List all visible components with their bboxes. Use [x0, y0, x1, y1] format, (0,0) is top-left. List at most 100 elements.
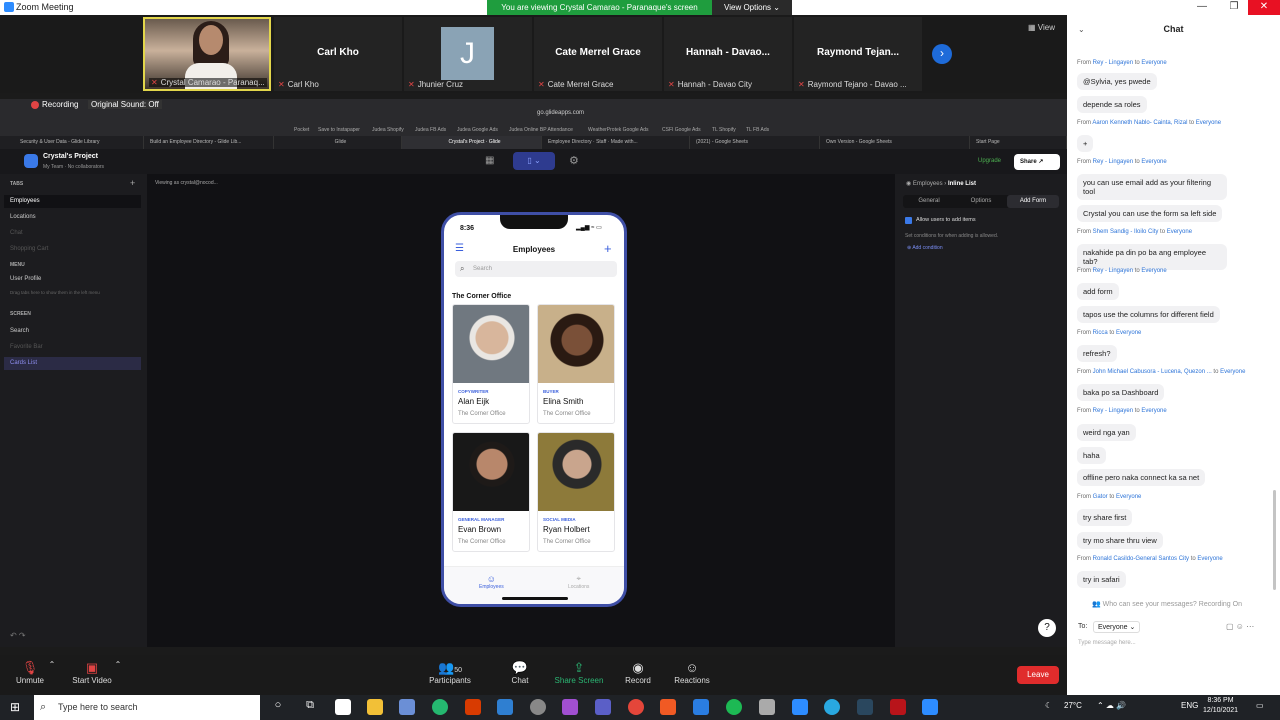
- sender-name[interactable]: Ronald Casildo-General Santos City: [1093, 556, 1189, 562]
- sender-name[interactable]: Rey - Lingayen: [1093, 159, 1133, 165]
- app-icon[interactable]: [530, 699, 546, 715]
- next-participants-arrow-icon[interactable]: ›: [932, 44, 952, 64]
- figma-icon[interactable]: [562, 699, 578, 715]
- chat-message[interactable]: weird nga yan: [1077, 424, 1136, 441]
- employee-card[interactable]: SOCIAL MEDIA Ryan Holbert The Corner Off…: [537, 432, 615, 552]
- bookmark[interactable]: Save to Instapaper: [318, 127, 360, 133]
- notifications-icon[interactable]: ▭: [1256, 701, 1264, 710]
- weather-temperature[interactable]: 27°C: [1064, 701, 1082, 710]
- phone-search-input[interactable]: ⌕ Search: [455, 261, 617, 277]
- sidebar-item-search[interactable]: Search: [4, 325, 141, 338]
- sidebar-item-shopping-cart[interactable]: Shopping Cart: [4, 243, 141, 256]
- sender-name[interactable]: Rey - Lingayen: [1093, 268, 1133, 274]
- input-language[interactable]: ENG: [1181, 701, 1198, 710]
- allow-add-checkbox[interactable]: [905, 217, 912, 224]
- chat-message[interactable]: Crystal you can use the form sa left sid…: [1077, 205, 1223, 222]
- participant-tile[interactable]: Raymond Tejan... ✕ Raymond Tejano - Davao…: [794, 17, 922, 91]
- address-bar[interactable]: go.glideapps.com: [537, 110, 584, 116]
- chat-message[interactable]: +: [1077, 135, 1094, 152]
- chat-message[interactable]: haha: [1077, 447, 1106, 464]
- sidebar-item-locations[interactable]: Locations: [4, 211, 141, 224]
- vscode-icon[interactable]: [497, 699, 513, 715]
- chat-message[interactable]: depende sa roles: [1077, 96, 1147, 113]
- share-screen-button[interactable]: ⇪ Share Screen: [553, 660, 605, 685]
- file-icon[interactable]: ▢: [1226, 622, 1234, 631]
- employee-card[interactable]: GENERAL MANAGER Evan Brown The Corner Of…: [452, 432, 530, 552]
- settings-gear-icon[interactable]: ⚙: [569, 154, 579, 167]
- view-options-button[interactable]: View Options ⌄: [712, 0, 792, 15]
- steam-icon[interactable]: [857, 699, 873, 715]
- original-sound-toggle[interactable]: Original Sound: Off: [88, 100, 162, 109]
- reactions-button[interactable]: ☺ Reactions: [672, 660, 712, 685]
- tab-general[interactable]: General: [903, 195, 955, 208]
- add-condition-link[interactable]: ⊕ Add condition: [907, 245, 943, 251]
- data-grid-icon[interactable]: ▦: [485, 155, 494, 166]
- chat-message[interactable]: try share first: [1077, 509, 1133, 526]
- device-toggle[interactable]: ▯ ⌄: [513, 152, 555, 170]
- spotify-icon[interactable]: [726, 699, 742, 715]
- view-button[interactable]: ▦ View: [1028, 23, 1055, 32]
- browser-tab[interactable]: Build an Employee Directory - Glide Lib.…: [144, 136, 274, 149]
- tab-employees[interactable]: ☺ Employees: [479, 574, 504, 590]
- chat-scrollbar[interactable]: [1273, 490, 1276, 590]
- notion-icon[interactable]: [335, 699, 351, 715]
- tab-locations[interactable]: ⌖ Locations: [568, 574, 589, 590]
- tab-options[interactable]: Options: [955, 195, 1007, 208]
- browser-tab[interactable]: Glide: [274, 136, 402, 149]
- tray-icons[interactable]: ⌃ ☁ 🔊: [1097, 701, 1126, 710]
- participant-tile-active-speaker[interactable]: ✕ Crystal Camarao - Paranaq...: [143, 17, 271, 91]
- participant-tile[interactable]: Carl Kho ✕ Carl Kho: [274, 17, 402, 91]
- chat-message[interactable]: nakahide pa din po ba ang employee tab?: [1077, 244, 1227, 270]
- add-item-plus-icon[interactable]: +: [604, 241, 612, 256]
- windows-start-icon[interactable]: ⊞: [10, 700, 20, 714]
- browser-tab[interactable]: (2021) - Google Sheets: [690, 136, 820, 149]
- chat-message[interactable]: offline pero naka connect ka sa net: [1077, 469, 1206, 486]
- bookmark[interactable]: TL Shopify: [712, 127, 736, 133]
- sender-name[interactable]: Rey - Lingayen: [1093, 408, 1133, 414]
- bookmark[interactable]: TL FB Ads: [746, 127, 769, 133]
- browser-tab[interactable]: Start Page: [970, 136, 1067, 149]
- sender-name[interactable]: Rey - Lingayen: [1093, 60, 1133, 66]
- start-video-button[interactable]: ▣ Start Video: [70, 660, 114, 685]
- brave-icon[interactable]: [660, 699, 676, 715]
- app-icon[interactable]: [595, 699, 611, 715]
- chat-message[interactable]: add form: [1077, 283, 1119, 300]
- browser-tab-active[interactable]: Crystal's Project · Glide: [402, 136, 542, 149]
- restore-button[interactable]: ❐: [1218, 0, 1250, 15]
- project-name[interactable]: Crystal's Project: [43, 153, 98, 160]
- audio-options-caret[interactable]: ⌃: [48, 660, 56, 676]
- telegram-icon[interactable]: [824, 699, 840, 715]
- sender-name[interactable]: Shem Sandig - Iloilo City: [1093, 229, 1159, 235]
- sidebar-item-employees[interactable]: Employees: [4, 195, 141, 208]
- chat-message[interactable]: try mo share thru view: [1077, 532, 1163, 549]
- app-icon[interactable]: [759, 699, 775, 715]
- sidebar-item-user-profile[interactable]: User Profile: [4, 273, 141, 286]
- chat-message[interactable]: tapos use the columns for different fiel…: [1077, 306, 1220, 323]
- add-tab-plus-icon[interactable]: +: [130, 178, 135, 188]
- bookmark[interactable]: Judea Shopify: [372, 127, 404, 133]
- task-view-icon[interactable]: ⧉: [302, 699, 318, 715]
- app-icon[interactable]: [890, 699, 906, 715]
- upgrade-link[interactable]: Upgrade: [978, 158, 1001, 164]
- participants-button[interactable]: 👥50 Participants: [427, 660, 473, 685]
- cortana-icon[interactable]: ○: [270, 699, 286, 715]
- participant-tile[interactable]: Hannah - Davao... ✕ Hannah - Davao City: [664, 17, 792, 91]
- undo-redo-icons[interactable]: ↶ ↷: [10, 631, 26, 640]
- sidebar-item-chat[interactable]: Chat: [4, 227, 141, 240]
- zoom-taskbar-icon[interactable]: [922, 699, 938, 715]
- employee-card[interactable]: COPYWRITER Alan Eijk The Corner Office: [452, 304, 530, 424]
- weather-icon[interactable]: ☾: [1045, 701, 1052, 710]
- chat-recipient-select[interactable]: Everyone ⌄: [1093, 621, 1141, 633]
- tab-add-form[interactable]: Add Form: [1007, 195, 1059, 208]
- taskbar-search-input[interactable]: ⌕ Type here to search: [34, 695, 260, 720]
- sidebar-item-favorite-bar[interactable]: Favorite Bar: [4, 341, 141, 354]
- help-question-icon[interactable]: ?: [1038, 619, 1056, 637]
- bookmark[interactable]: WeatherProtek Google Ads: [588, 127, 649, 133]
- share-button[interactable]: Share ↗: [1014, 154, 1060, 170]
- app-icon[interactable]: [399, 699, 415, 715]
- chat-message[interactable]: try in safari: [1077, 571, 1126, 588]
- chat-button[interactable]: 💬 Chat: [507, 660, 533, 685]
- minimize-button[interactable]: —: [1186, 0, 1218, 15]
- bookmark[interactable]: Judea FB Ads: [415, 127, 446, 133]
- sender-name[interactable]: Aaron Kenneth Nablo- Cainta, Rizal: [1092, 120, 1187, 126]
